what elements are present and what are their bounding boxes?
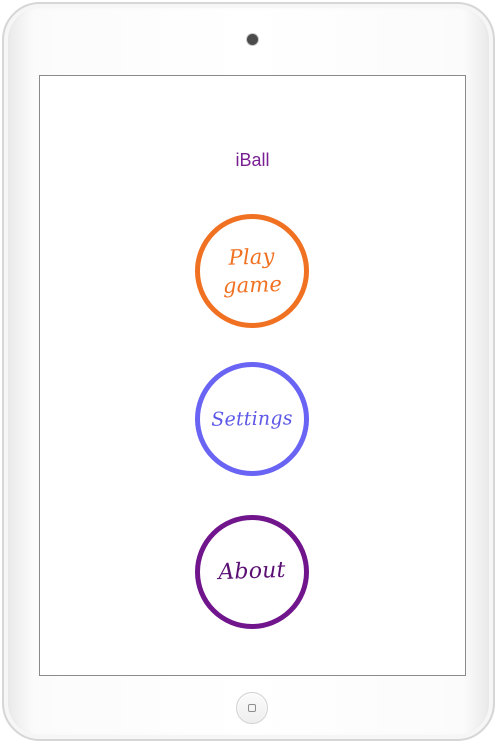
tablet-frame: iBall Play game Settings About bbox=[2, 2, 495, 741]
app-title: iBall bbox=[235, 150, 270, 170]
about-button[interactable]: About bbox=[195, 515, 309, 629]
camera-icon bbox=[247, 34, 258, 45]
play-game-label: Play game bbox=[222, 244, 283, 299]
about-label: About bbox=[217, 557, 287, 586]
app-screen: iBall Play game Settings About bbox=[39, 75, 466, 676]
settings-label: Settings bbox=[211, 407, 293, 431]
home-button[interactable] bbox=[236, 692, 268, 724]
settings-button[interactable]: Settings bbox=[195, 362, 309, 476]
home-button-icon bbox=[248, 704, 256, 712]
play-game-button[interactable]: Play game bbox=[195, 214, 309, 328]
